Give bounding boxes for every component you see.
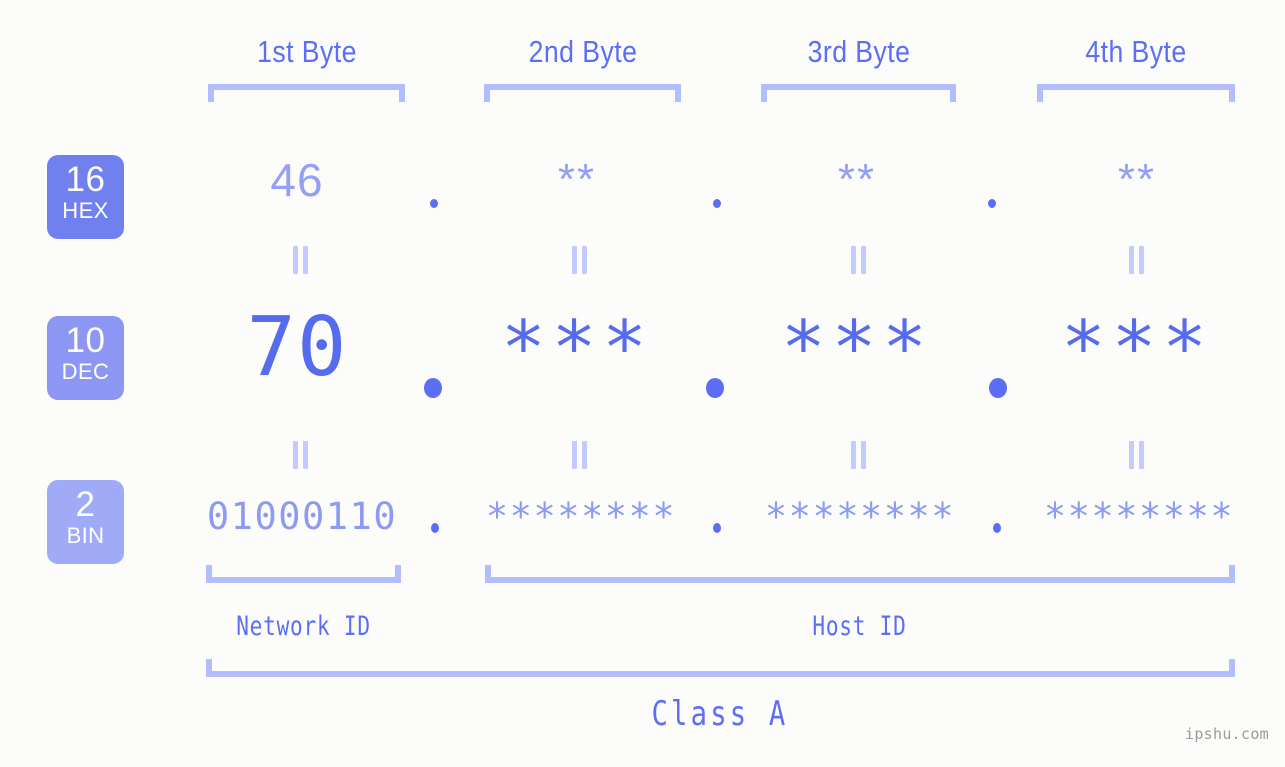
byte-bracket-1 — [208, 84, 405, 102]
bin-byte-2: ******** — [485, 495, 677, 538]
hex-byte-3: ** — [837, 155, 877, 204]
hex-separator-dot-3 — [988, 199, 996, 208]
byte-header-1: 1st Byte — [257, 34, 357, 69]
radix-badge-number: 2 — [75, 485, 96, 524]
dec-separator-dot-2 — [706, 378, 724, 398]
byte-bracket-2 — [484, 84, 681, 102]
byte-header-3: 3rd Byte — [807, 34, 911, 69]
radix-badge-system: DEC — [61, 359, 110, 384]
host-id-label: Host ID — [812, 611, 907, 642]
equivalence-mark-hex-dec-4 — [1129, 246, 1144, 274]
dec-separator-dot-1 — [424, 378, 442, 398]
radix-badge-bin: 2 BIN — [47, 480, 124, 564]
byte-bracket-4 — [1037, 84, 1235, 102]
ip-byte-diagram: 1st Byte 2nd Byte 3rd Byte 4th Byte 16 H… — [0, 0, 1285, 767]
byte-header-2: 2nd Byte — [528, 34, 638, 69]
hex-byte-2: ** — [557, 155, 597, 204]
dec-byte-2: *** — [501, 305, 653, 391]
equivalence-mark-dec-bin-3 — [851, 441, 866, 469]
dec-byte-4: *** — [1061, 305, 1213, 391]
hex-byte-4: ** — [1117, 155, 1157, 204]
dec-byte-3: *** — [781, 305, 933, 391]
class-label: Class A — [651, 694, 789, 734]
class-bracket — [206, 659, 1235, 677]
byte-bracket-3 — [761, 84, 956, 102]
bin-byte-1: 01000110 — [206, 495, 398, 538]
bin-byte-4: ******** — [1043, 495, 1235, 538]
equivalence-mark-hex-dec-1 — [293, 246, 308, 274]
byte-header-4: 4th Byte — [1085, 34, 1187, 69]
hex-separator-dot-2 — [713, 199, 721, 208]
radix-badge-number: 10 — [65, 321, 106, 360]
radix-badge-dec: 10 DEC — [47, 316, 124, 400]
equivalence-mark-dec-bin-1 — [293, 441, 308, 469]
equivalence-mark-hex-dec-3 — [851, 246, 866, 274]
bin-separator-dot-2 — [713, 523, 721, 533]
bin-byte-3: ******** — [764, 495, 956, 538]
bin-separator-dot-3 — [993, 523, 1001, 533]
radix-badge-number: 16 — [65, 160, 106, 199]
equivalence-mark-dec-bin-4 — [1129, 441, 1144, 469]
dec-separator-dot-3 — [989, 378, 1007, 398]
equivalence-mark-dec-bin-2 — [572, 441, 587, 469]
radix-badge-system: HEX — [62, 198, 109, 223]
bin-separator-dot-1 — [431, 523, 439, 533]
hex-separator-dot-1 — [430, 199, 438, 208]
network-id-bracket — [206, 565, 401, 583]
dec-byte-1: 70 — [246, 300, 348, 395]
equivalence-mark-hex-dec-2 — [572, 246, 587, 274]
radix-badge-hex: 16 HEX — [47, 155, 124, 239]
watermark: ipshu.com — [1185, 725, 1269, 743]
host-id-bracket — [485, 565, 1235, 583]
network-id-label: Network ID — [236, 611, 371, 642]
radix-badge-system: BIN — [66, 523, 105, 548]
hex-byte-1: 46 — [270, 154, 324, 206]
